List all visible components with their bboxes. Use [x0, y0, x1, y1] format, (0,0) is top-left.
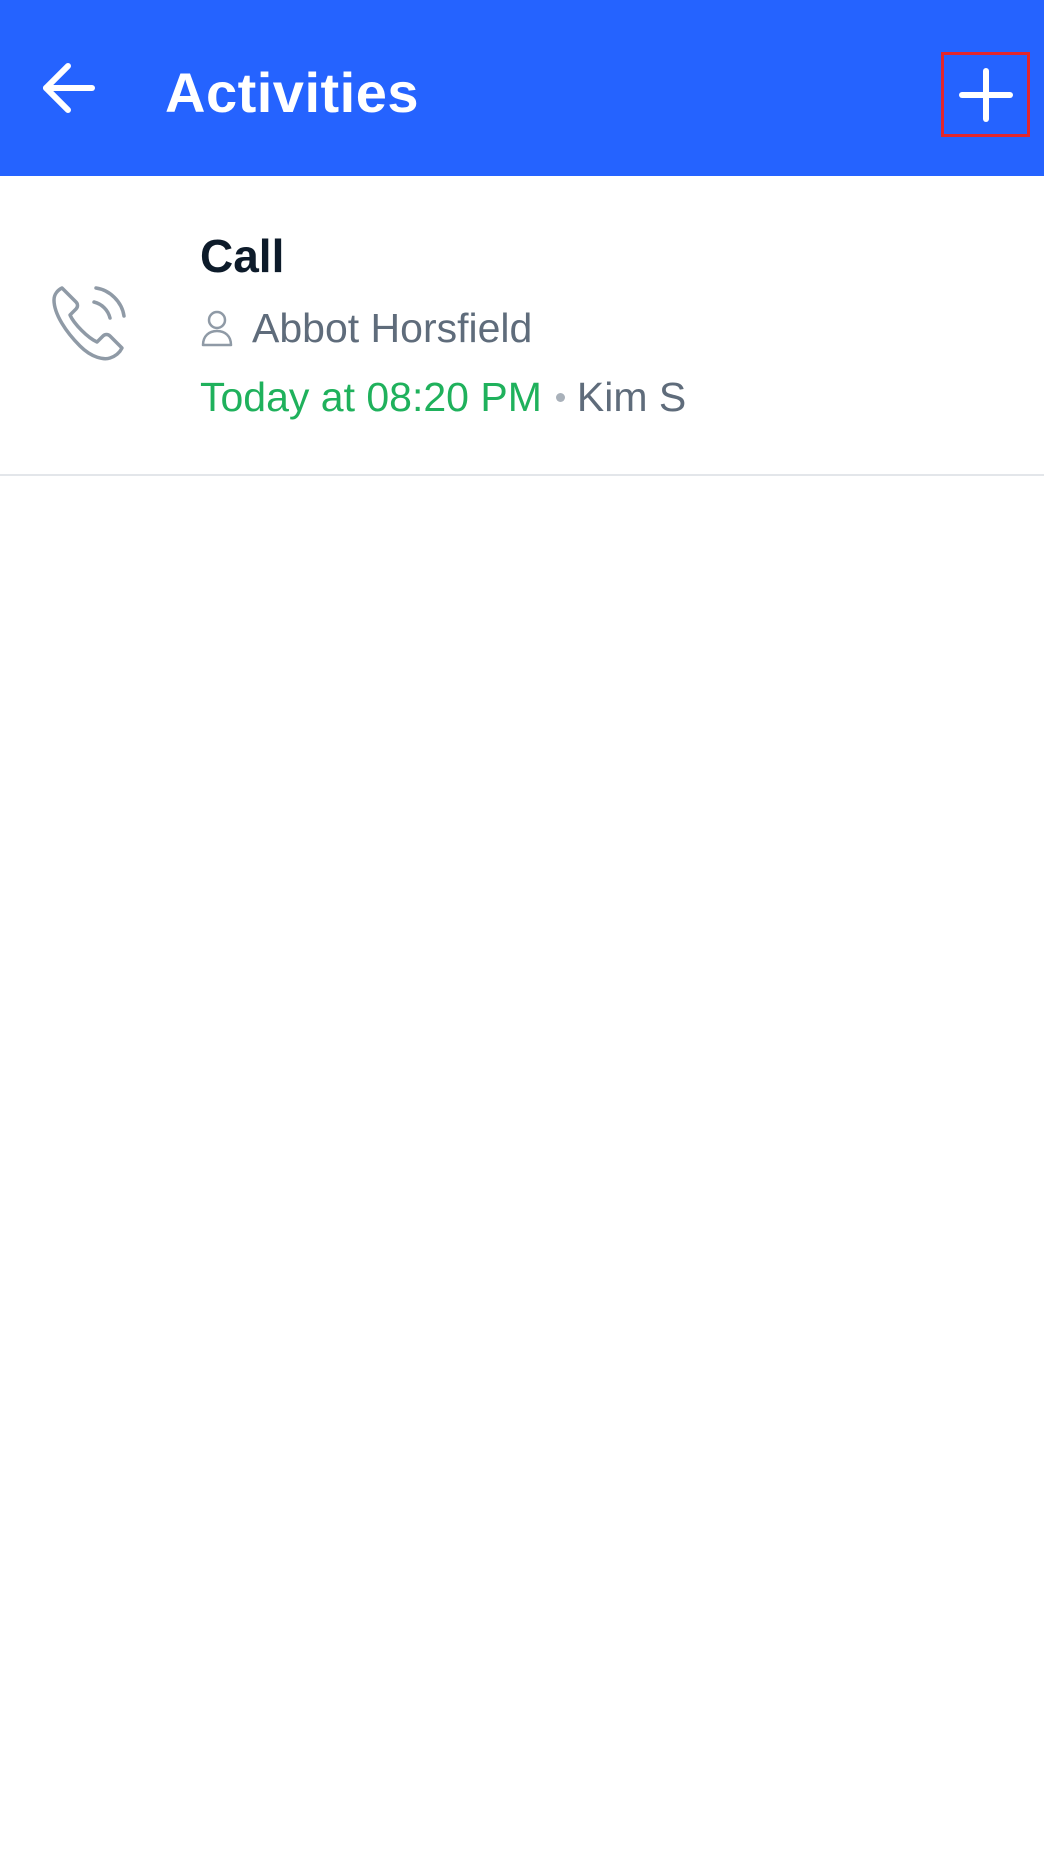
- activity-title: Call: [200, 230, 285, 282]
- person-icon: [201, 310, 233, 347]
- activity-meta: Today at 08:20 PM Kim S: [200, 369, 686, 425]
- contact-name: Abbot Horsfield: [252, 305, 533, 351]
- due-time: Today at 08:20 PM: [200, 374, 542, 420]
- activity-list: Call Abbot Horsfield Today at 08:20 PM K…: [0, 176, 1044, 476]
- add-activity-button[interactable]: [941, 52, 1030, 137]
- owner-name: Kim S: [576, 374, 687, 420]
- activity-contact: Abbot Horsfield: [200, 300, 532, 356]
- plus-icon: [958, 67, 1013, 122]
- arrow-left-icon: [43, 63, 95, 113]
- activity-row[interactable]: Call Abbot Horsfield Today at 08:20 PM K…: [0, 176, 1044, 476]
- page-title: Activities: [165, 61, 419, 124]
- separator-dot: [555, 392, 565, 402]
- back-button[interactable]: [28, 48, 108, 128]
- phone-ringing-icon: [52, 286, 126, 361]
- app-bar: Activities: [0, 0, 1044, 176]
